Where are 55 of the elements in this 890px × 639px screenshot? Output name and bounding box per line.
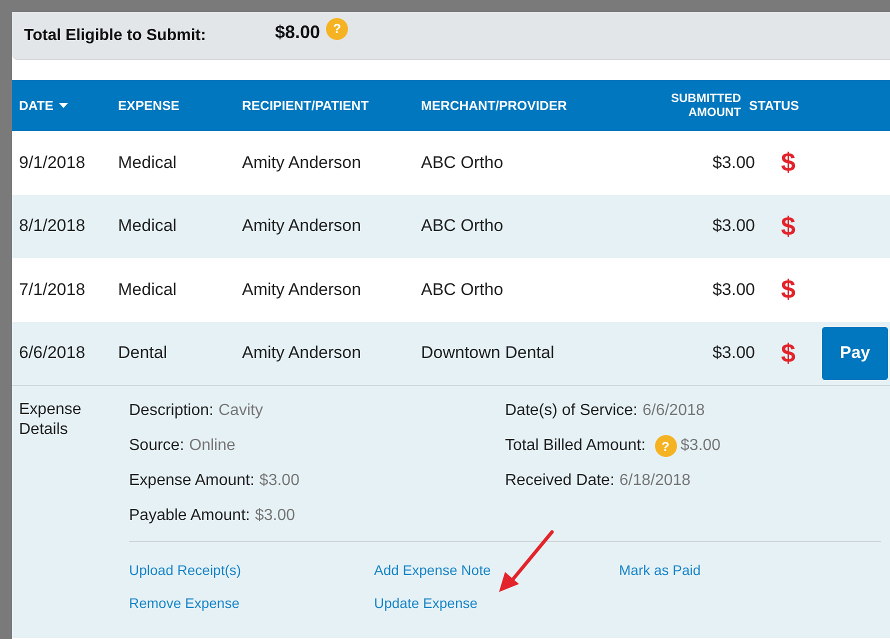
field-value: $3.00 [680,437,721,455]
field-value: Cavity [218,402,263,420]
table-cell-text: 7/1/2018 [18,280,86,300]
summary-label: Total Eligible to Submit: [24,26,207,44]
field-value: 6/6/2018 [642,402,705,420]
field-label: Description: [129,402,214,420]
status-icon: $ [781,147,796,178]
table-cell-text: $3.00 [711,343,755,364]
field-label: Source: [129,437,184,455]
table-cell-text: Medical [118,216,178,236]
table-cell-text: ABC Ortho [421,280,504,300]
table-cell-text: $3.00 [711,216,755,236]
pay-button[interactable]: Pay [822,326,888,380]
table-cell-text: Dental [118,343,168,364]
table-cell-text: Amity Anderson [242,216,362,236]
status-icon: $ [781,210,796,241]
table-cell-text: ABC Ortho [421,152,504,173]
table-cell-text: 9/1/2018 [18,152,86,173]
table-cell-text: Downtown Dental [421,343,556,364]
field-value: 6/18/2018 [619,472,691,490]
status-icon: $ [781,274,796,304]
annotation-arrow [497,530,557,594]
details-title: Expense Details [19,400,82,440]
action-link[interactable]: Update Expense [374,595,478,611]
table-cell-text: Amity Anderson [242,280,362,300]
field-value: $3.00 [254,507,296,525]
table-cell-text: $3.00 [711,280,755,300]
summary-value: $8.00 [275,22,320,43]
field-value: $3.00 [259,472,300,490]
table-cell-text: Amity Anderson [242,152,362,173]
status-icon: $ [781,338,796,368]
column-header[interactable]: SUBMITTED AMOUNT [663,92,749,119]
table-cell-text: ABC Ortho [421,216,504,236]
column-header[interactable]: DATE [12,98,118,113]
action-link[interactable]: Upload Receipt(s) [129,562,242,578]
field-label: Expense Amount: [129,472,254,490]
field-label: Date(s) of Service: [505,402,638,420]
table-cell-text: Medical [118,280,178,300]
field-label: Total Billed Amount: [505,437,646,455]
table-cell-text: $3.00 [711,152,755,173]
table-cell-text: 6/6/2018 [18,343,86,364]
table-cell-text: Amity Anderson [242,343,362,364]
column-header[interactable]: STATUS [749,98,829,113]
field-label: Received Date: [505,472,614,490]
caret-icon [59,103,68,108]
table-cell-text: Medical [118,152,178,173]
action-link[interactable]: Remove Expense [129,595,240,611]
field-value: Online [189,437,236,455]
table-cell-text: 8/1/2018 [18,216,86,236]
column-header[interactable]: MERCHANT/PROVIDER [421,98,611,113]
action-link[interactable]: Add Expense Note [374,562,491,578]
column-header[interactable]: RECIPIENT/PATIENT [242,98,421,113]
column-header[interactable]: EXPENSE [118,98,242,113]
field-label: Payable Amount: [129,507,250,525]
action-link[interactable]: Mark as Paid [619,562,701,578]
